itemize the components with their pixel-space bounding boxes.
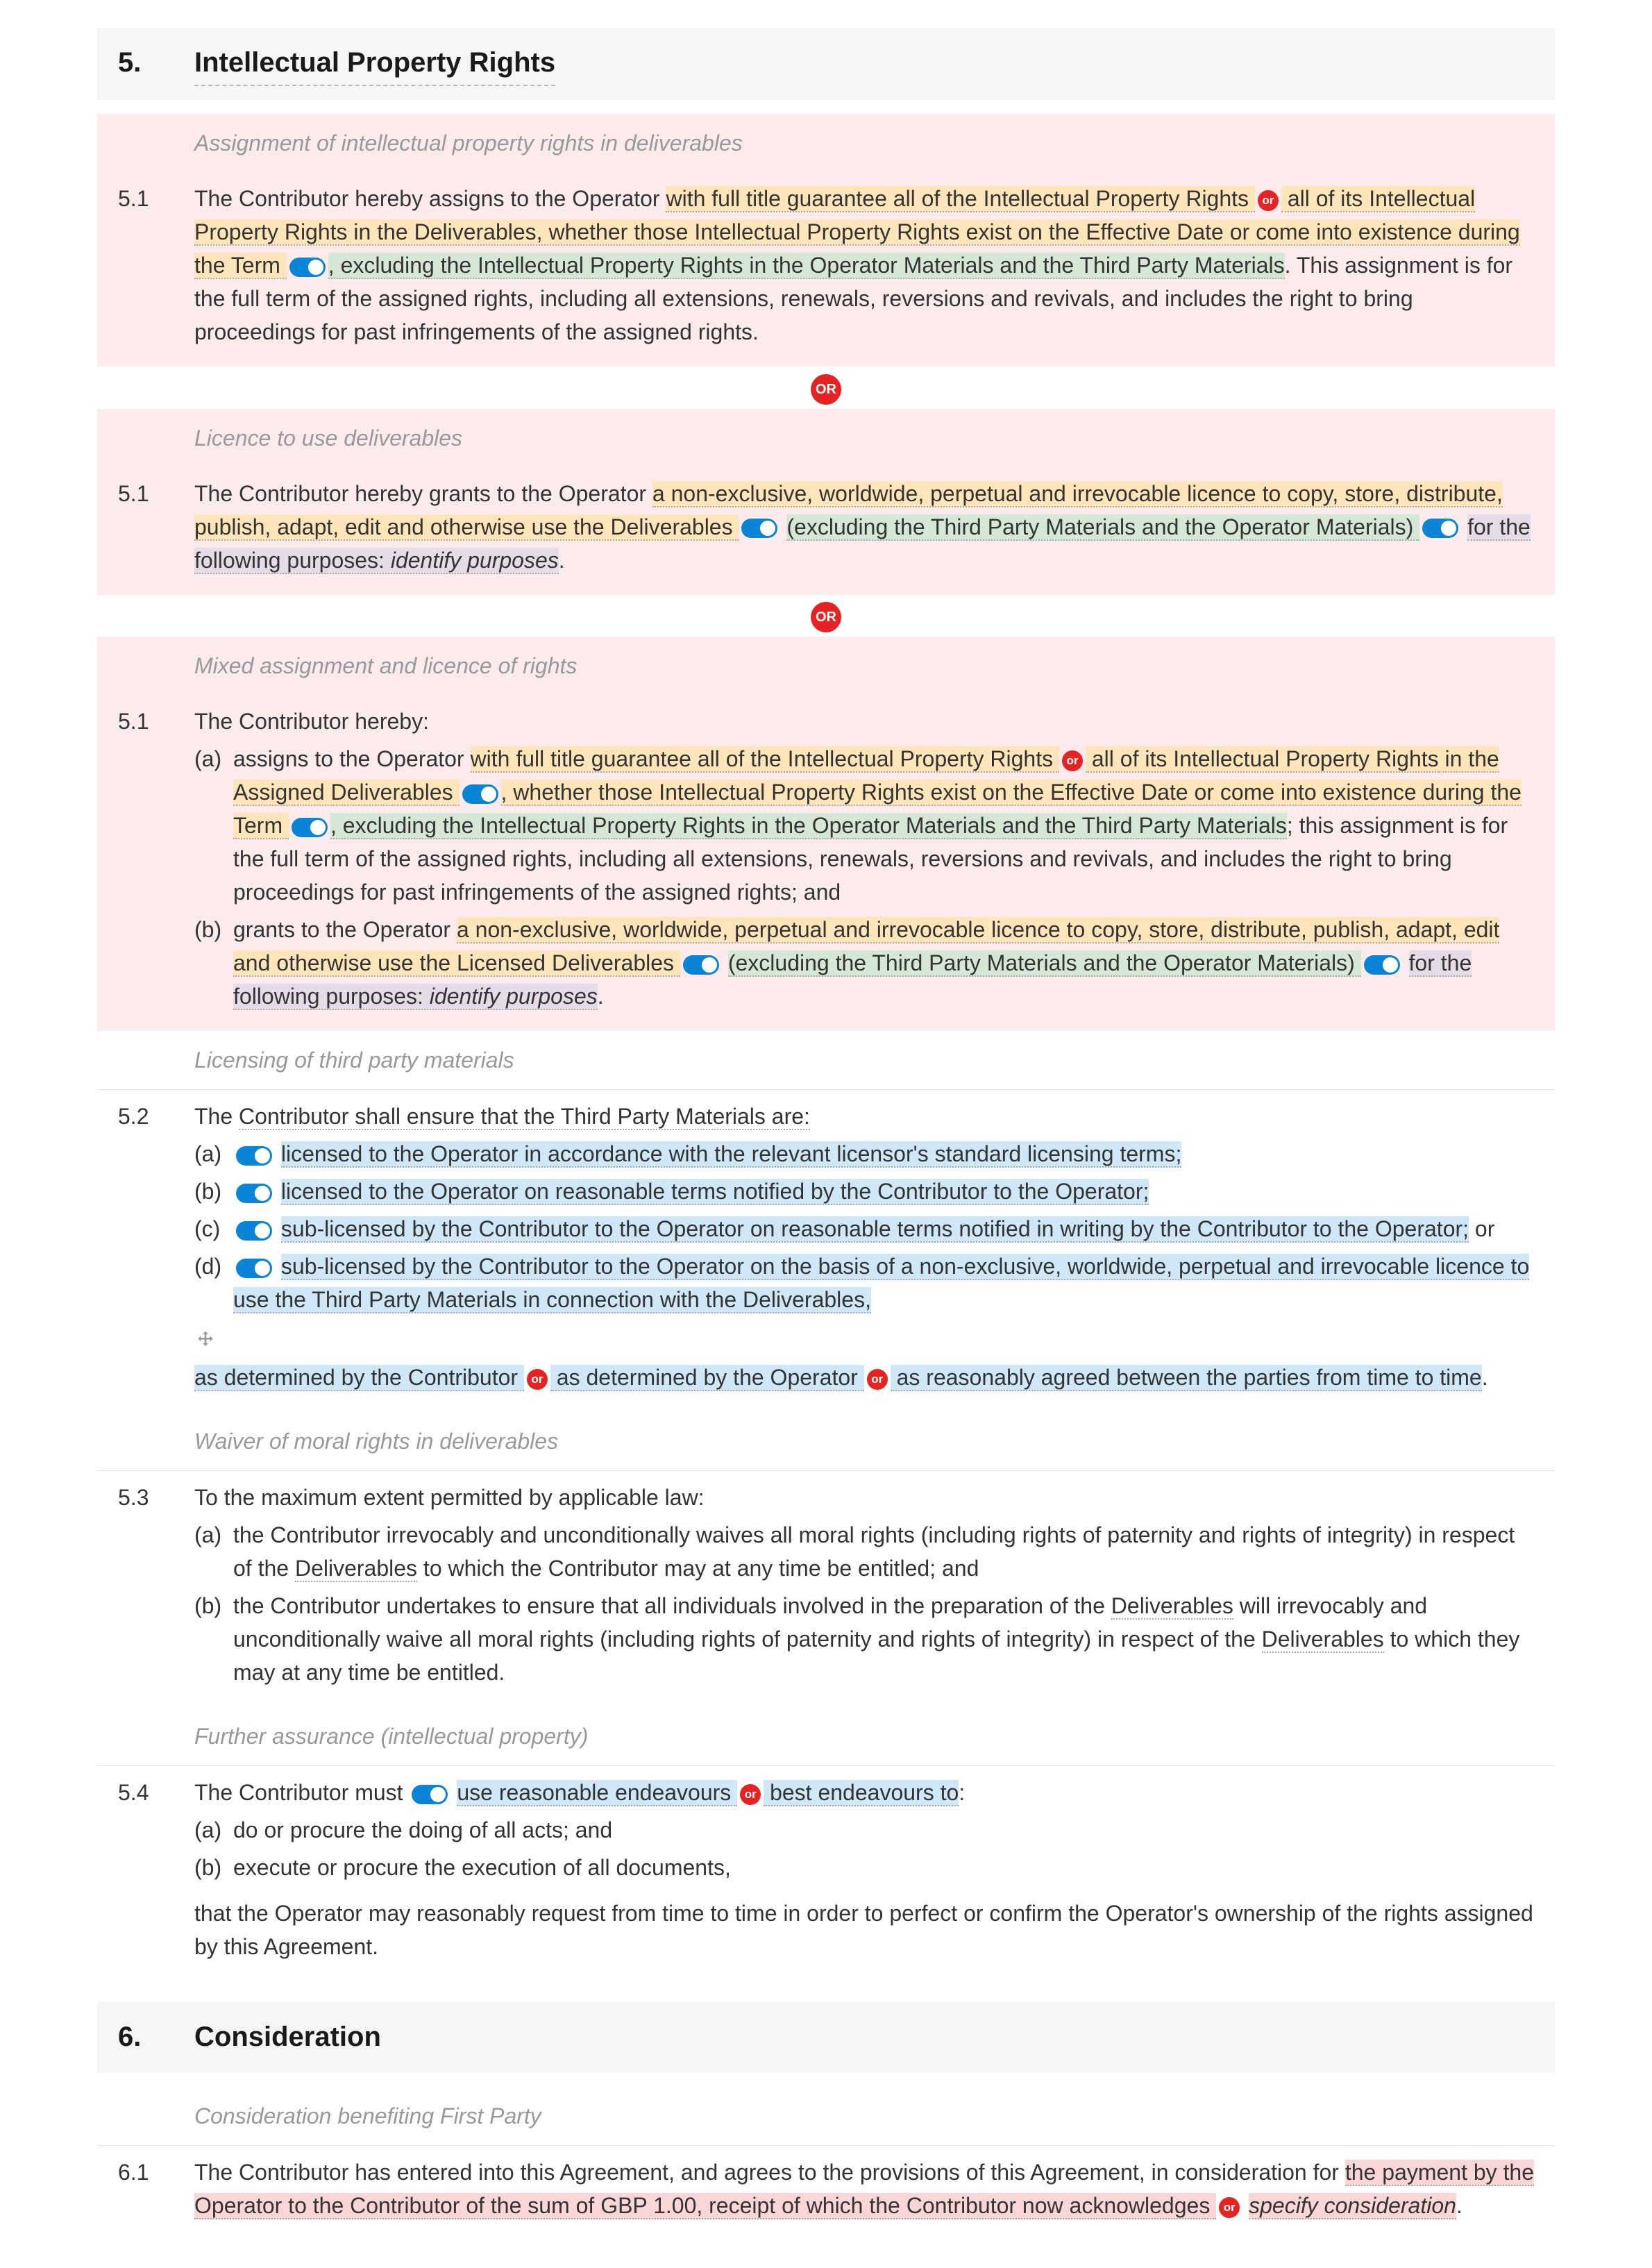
move-icon[interactable]: [194, 1327, 217, 1350]
clause-5.4-title: Further assurance (intellectual property…: [97, 1707, 1555, 1766]
clause-6.1-num: 6.1: [118, 2156, 194, 2226]
section-6-num: 6.: [118, 2016, 194, 2058]
best-endeavours[interactable]: best endeavours to: [764, 1780, 959, 1806]
licence-option-d[interactable]: sub-licensed by the Contributor to the O…: [233, 1254, 1529, 1313]
clause-5.2-c: (c) sub-licensed by the Contributor to t…: [194, 1212, 1534, 1245]
toggle-option[interactable]: [236, 1259, 272, 1278]
clause-5.1b-text: The Contributor hereby grants to the Ope…: [194, 477, 1534, 577]
toggle-option[interactable]: [292, 818, 328, 837]
clause-5.1b: 5.1 The Contributor hereby grants to the…: [97, 467, 1555, 595]
clause-5.2-intro: The Contributor shall ensure that the Th…: [194, 1100, 1534, 1133]
clause-5.4-intro: The Contributor must use reasonable ende…: [194, 1776, 1534, 1809]
or-badge[interactable]: or: [527, 1369, 548, 1390]
toggle-option[interactable]: [462, 784, 498, 804]
clause-5.1c-b: (b) grants to the Operator a non-exclusi…: [194, 913, 1534, 1013]
toggle-option[interactable]: [236, 1184, 272, 1203]
clause-5.1c-a: (a) assigns to the Operator with full ti…: [194, 742, 1534, 909]
clause-5.1c: 5.1 The Contributor hereby: (a) assigns …: [97, 695, 1555, 1031]
toggle-option[interactable]: [1422, 519, 1458, 538]
option-full-title[interactable]: with full title guarantee all of the Int…: [666, 186, 1254, 212]
option-full-title[interactable]: with full title guarantee all of the Int…: [471, 746, 1059, 773]
toggle-option[interactable]: [741, 519, 777, 538]
licence-option-c[interactable]: sub-licensed by the Contributor to the O…: [281, 1216, 1469, 1243]
deliverables-term: Deliverables: [1262, 1627, 1384, 1653]
clause-5.1a-title: Assignment of intellectual property righ…: [97, 114, 1555, 172]
toggle-option[interactable]: [412, 1785, 448, 1804]
specify-consideration[interactable]: specify consideration: [1249, 2193, 1456, 2219]
deliverables-term: Deliverables: [295, 1556, 417, 1582]
clause-5.2-a: (a) licensed to the Operator in accordan…: [194, 1137, 1534, 1170]
toggle-option[interactable]: [289, 258, 326, 277]
or-badge[interactable]: or: [740, 1784, 761, 1805]
exclusion-phrase[interactable]: , excluding the Intellectual Property Ri…: [330, 813, 1287, 839]
clause-5.4-num: 5.4: [118, 1776, 194, 1967]
clause-5.3: 5.3 To the maximum extent permitted by a…: [97, 1471, 1555, 1707]
clause-5.4-tail: that the Operator may reasonably request…: [194, 1897, 1534, 1963]
clause-5.2-b: (b) licensed to the Operator on reasonab…: [194, 1175, 1534, 1208]
clause-5.3-title: Waiver of moral rights in deliverables: [97, 1412, 1555, 1471]
or-badge[interactable]: or: [1219, 2197, 1240, 2218]
exclusion-phrase[interactable]: (excluding the Third Party Materials and…: [728, 950, 1361, 977]
clause-5.3-num: 5.3: [118, 1481, 194, 1693]
clause-5.4: 5.4 The Contributor must use reasonable …: [97, 1766, 1555, 1981]
determined-operator[interactable]: as determined by the Operator: [550, 1365, 864, 1391]
clause-5.2: 5.2 The Contributor shall ensure that th…: [97, 1090, 1555, 1412]
clause-5.1c-num: 5.1: [118, 705, 194, 1017]
section-5-header: 5. Intellectual Property Rights: [97, 28, 1555, 100]
toggle-option[interactable]: [236, 1146, 272, 1166]
determined-contributor[interactable]: as determined by the Contributor: [194, 1365, 524, 1391]
or-badge[interactable]: or: [1062, 750, 1083, 771]
or-badge[interactable]: or: [867, 1369, 888, 1390]
reasonable-endeavours[interactable]: reasonable endeavours: [499, 1780, 737, 1805]
reasonably-agreed[interactable]: as reasonably agreed between the parties…: [891, 1365, 1482, 1391]
clause-5.1a-num: 5.1: [118, 182, 194, 353]
clause-5.1a: 5.1 The Contributor hereby assigns to th…: [97, 172, 1555, 367]
section-6-header: 6. Consideration: [97, 2002, 1555, 2073]
clause-5.2-d: (d) sub-licensed by the Contributor to t…: [194, 1250, 1534, 1316]
licence-option-a[interactable]: licensed to the Operator in accordance w…: [281, 1141, 1181, 1168]
clause-6.1-text: The Contributor has entered into this Ag…: [194, 2156, 1534, 2222]
clause-5.3-b: (b) the Contributor undertakes to ensure…: [194, 1589, 1534, 1689]
clause-5.2-tail: as determined by the Contributor or as d…: [194, 1361, 1534, 1394]
clause-5.1b-num: 5.1: [118, 477, 194, 581]
clause-5.3-a: (a) the Contributor irrevocably and unco…: [194, 1518, 1534, 1585]
or-badge-large[interactable]: OR: [811, 602, 841, 632]
toggle-option[interactable]: [683, 955, 719, 975]
clause-5.3-intro: To the maximum extent permitted by appli…: [194, 1481, 1534, 1514]
clause-5.2-num: 5.2: [118, 1100, 194, 1398]
or-badge[interactable]: or: [1258, 190, 1279, 211]
clause-5.4-a: (a) do or procure the doing of all acts;…: [194, 1813, 1534, 1847]
clause-5.1a-text: The Contributor hereby assigns to the Op…: [194, 182, 1534, 348]
section-5-title: Intellectual Property Rights: [194, 42, 555, 86]
clause-6.1: 6.1 The Contributor has entered into thi…: [97, 2146, 1555, 2240]
toggle-option[interactable]: [236, 1221, 272, 1241]
clause-5.1c-title: Mixed assignment and licence of rights: [97, 637, 1555, 695]
exclusion-phrase[interactable]: (excluding the Third Party Materials and…: [786, 514, 1419, 541]
or-divider: OR: [97, 367, 1555, 409]
deliverables-term: Deliverables: [1111, 1593, 1233, 1620]
exclusion-phrase[interactable]: , excluding the Intellectual Property Ri…: [328, 253, 1285, 279]
clause-6.1-title: Consideration benefiting First Party: [97, 2087, 1555, 2146]
clause-5.4-b: (b) execute or procure the execution of …: [194, 1851, 1534, 1884]
clause-5.1b-title: Licence to use deliverables: [97, 409, 1555, 467]
section-5-num: 5.: [118, 42, 194, 83]
toggle-option[interactable]: [1364, 955, 1400, 975]
licence-option-b[interactable]: licensed to the Operator on reasonable t…: [281, 1179, 1149, 1205]
clause-5.1c-intro: The Contributor hereby:: [194, 705, 1534, 738]
or-divider: OR: [97, 595, 1555, 637]
section-6-title: Consideration: [194, 2016, 381, 2059]
clause-5.2-title: Licensing of third party materials: [97, 1031, 1555, 1090]
or-badge-large[interactable]: OR: [811, 374, 841, 405]
option-all-its[interactable]: all of its Intellectual Property Rights: [1086, 746, 1439, 773]
